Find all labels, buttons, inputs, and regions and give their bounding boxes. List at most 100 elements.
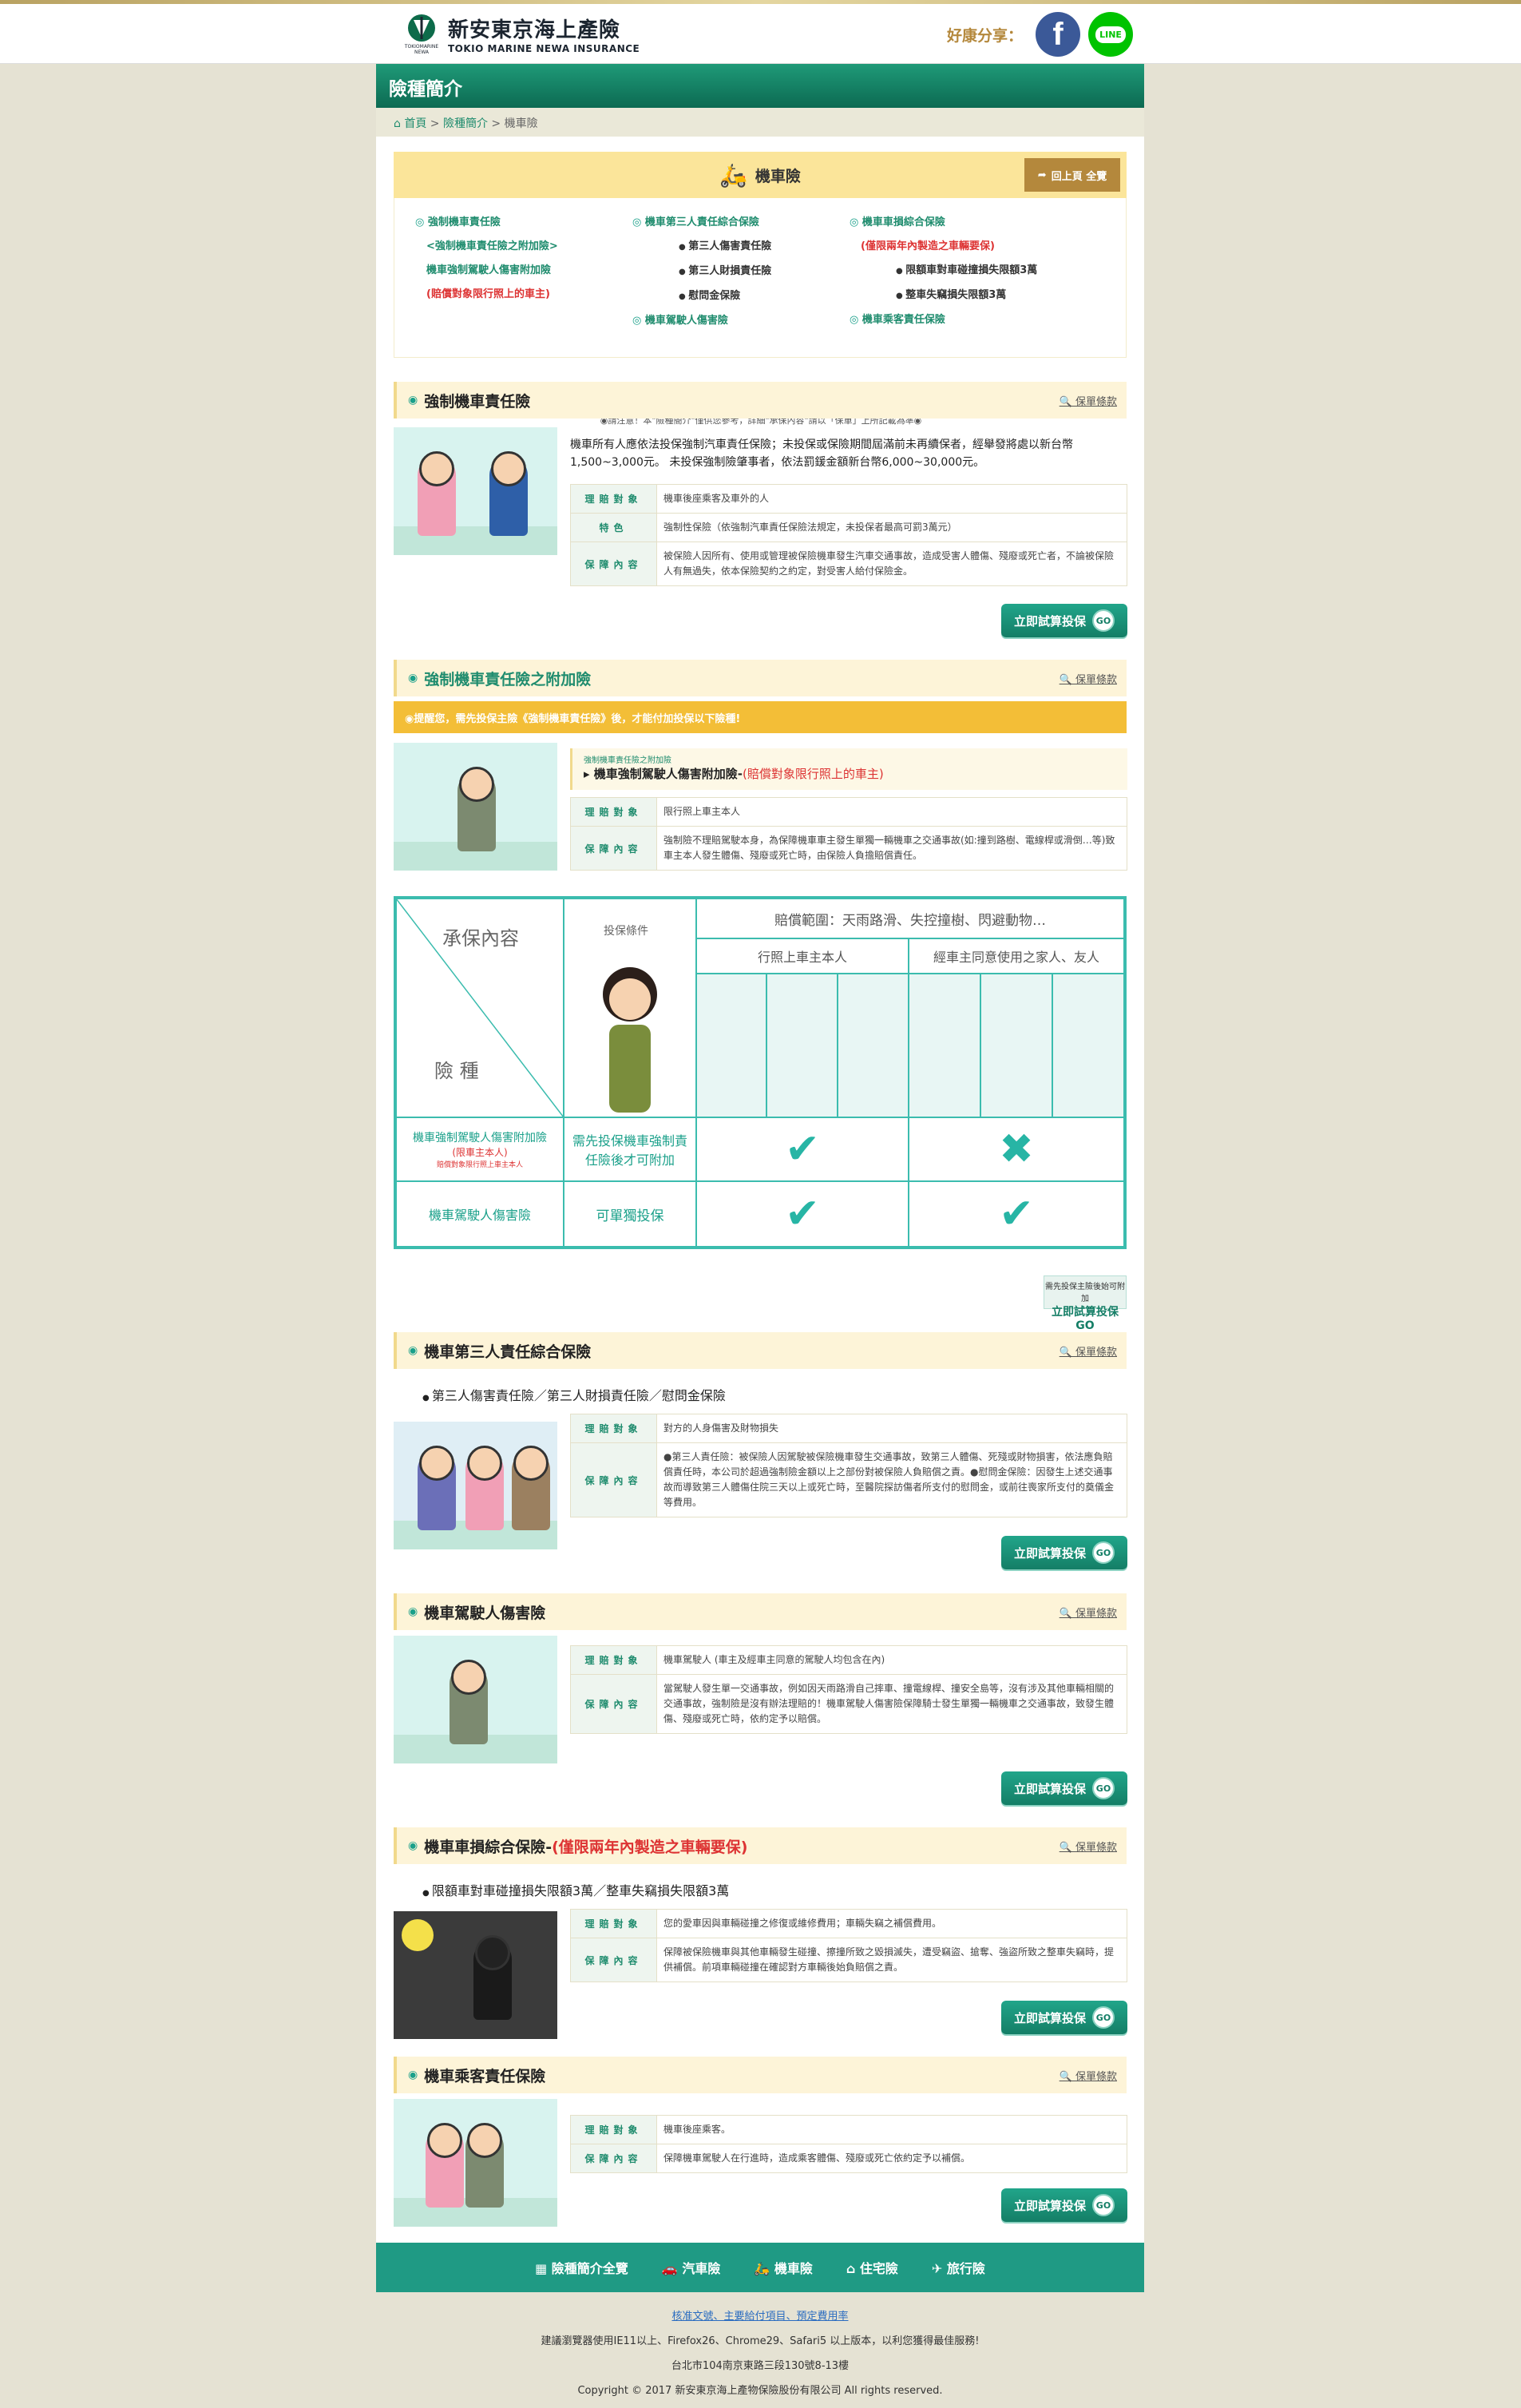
row2-condition: 可單獨投保 (564, 1181, 696, 1247)
section-header-third-party: ◉機車第三人責任綜合保險 保單條款 (394, 1332, 1127, 1369)
footnav-item[interactable]: 🚗 汽車險 (662, 2258, 721, 2277)
list-icon: ▦ (535, 2261, 548, 2276)
toc-item[interactable]: <強制機車責任險之附加險> (415, 235, 558, 259)
share-arrow-icon: ➦ (1037, 169, 1047, 181)
breadcrumb-intro[interactable]: 險種簡介 (443, 117, 488, 130)
scooter-icon: 🛵 (754, 2261, 770, 2276)
line-share-button[interactable]: LINE (1088, 12, 1134, 57)
rider-quote-button[interactable]: 需先投保主險後始可附加 立即試算投保 GO (1044, 1275, 1127, 1332)
plane-icon: ✈ (931, 2261, 943, 2276)
bullet-icon: ◉ (408, 394, 418, 407)
footer-link[interactable]: 核准文號、主要給付項目、預定費用率 (376, 2304, 1144, 2329)
damage-table: 理賠對象 您的愛車因與車輛碰撞之修復或維修費用；車輛失竊之補償費用。 保障內容 保障… (570, 1909, 1127, 1982)
terms-link[interactable]: 保單條款 (1060, 671, 1117, 686)
rider-table: 理賠對象 限行照上車主本人 保障內容 強制險不理賠駕駛本身，為保障機車車主發生單獨一… (570, 797, 1127, 871)
header-condition: 投保條件 (604, 925, 648, 938)
logo-title: 新安東京海上產險 (448, 18, 621, 42)
row1-condition: 需先投保機車強制責任險後才可附加 (564, 1117, 696, 1181)
share-label: 好康分享： (947, 26, 1024, 45)
quote-button[interactable]: 立即試算投保 GO (1001, 2001, 1127, 2034)
svg-text:TOKIOMARINE: TOKIOMARINE (404, 44, 439, 50)
breadcrumb-current: 機車險 (504, 117, 538, 130)
page-title: 險種簡介 (376, 64, 1144, 108)
go-icon: GO (1092, 1541, 1115, 1564)
quote-button[interactable]: 立即試算投保 GO (1001, 1771, 1127, 1805)
hero-banner: 🛵 機車險 ➦ 回上頁 全覽 (394, 152, 1127, 198)
bullet-icon: ◉ (408, 1344, 418, 1357)
header-scope: 賠償範圍：天雨路滑、失控撞樹、閃避動物… (696, 899, 1124, 938)
toc-item[interactable]: 機車強制駕駛人傷害附加險 (415, 259, 558, 283)
footnav-item[interactable]: 🛵 機車險 (754, 2258, 813, 2277)
footer-address: 台北市104南京東路三段130號8-13樓 (671, 2360, 850, 2372)
site-footer: 核准文號、主要給付項目、預定費用率 建議瀏覽器使用IE11以上、Firefox2… (376, 2304, 1144, 2403)
bullet-icon: ◉ (408, 1839, 418, 1852)
quote-button[interactable]: 立即試算投保 GO (1001, 2188, 1127, 2222)
toc-item[interactable]: 限額車對車碰撞損失限額3萬 (850, 259, 1037, 284)
footnav-item[interactable]: ⌂ 住宅險 (846, 2258, 898, 2277)
check-icon: ✔ (696, 1181, 909, 1247)
illustration-third-party (394, 1422, 557, 1549)
breadcrumb-home[interactable]: ⌂ 首頁 (394, 117, 426, 130)
toc-item[interactable]: 整車失竊損失限額3萬 (850, 284, 1037, 308)
toc-column-1: 強制機車責任險 <強制機車責任險之附加險> 機車強制駕駛人傷害附加險 (賠償對象… (415, 211, 558, 307)
logo[interactable]: TOKIOMARINE NEWA 新安東京海上產險 TOKIO MARINE N… (403, 12, 640, 55)
toc-item: (僅限兩年內製造之車輛要保) (861, 240, 995, 252)
check-icon: ✔ (909, 1181, 1124, 1247)
quote-button[interactable]: 立即試算投保 GO (1001, 1536, 1127, 1569)
terms-link[interactable]: 保單條款 (1060, 393, 1117, 408)
rider-subtitle: 強制機車責任險之附加險 ▸ 機車強制駕駛人傷害附加險-(賠償對象限行照上的車主) (570, 748, 1127, 790)
share-bar: 好康分享： f LINE (947, 12, 1134, 57)
header-coverage: 承保內容 (442, 927, 519, 950)
back-button[interactable]: ➦ 回上頁 全覽 (1024, 158, 1120, 192)
row1-type: 機車強制駕駛人傷害附加險 (限車主本人) 賠償對象限行照上車主本人 (396, 1117, 564, 1181)
toc-item[interactable]: 機車車損綜合保險 (850, 211, 1037, 235)
toc-item[interactable]: 第三人傷害責任險 (632, 235, 771, 260)
logo-icon: TOKIOMARINE NEWA (404, 14, 439, 55)
woman-icon (603, 967, 657, 1113)
compulsory-table: 理賠對象 機車後座乘客及車外的人 特色 強制性保險（依強制汽車責任保險法規定，未投保… (570, 484, 1127, 586)
illustration-passenger (394, 2099, 557, 2227)
terms-link[interactable]: 保單條款 (1060, 1605, 1117, 1620)
toc-item[interactable]: 機車乘客責任保險 (850, 308, 1037, 332)
terms-link[interactable]: 保單條款 (1060, 2068, 1117, 2083)
logo-subtitle: TOKIO MARINE NEWA INSURANCE (448, 42, 640, 54)
toc-item[interactable]: 第三人財損責任險 (632, 260, 771, 284)
header-type: 險 種 (434, 1060, 479, 1082)
section-header-damage: ◉機車車損綜合保險-(僅限兩年內製造之車輛要保) 保單條款 (394, 1827, 1127, 1864)
row2-type: 機車駕駛人傷害險 (396, 1181, 564, 1247)
warning-banner: ◉提醒您，需先投保主險《強制機車責任險》後，才能付加投保以下險種! (394, 701, 1127, 733)
footer-nav: ▦ 險種簡介全覽 🚗 汽車險 🛵 機車險 ⌂ 住宅險 ✈ 旅行險 (376, 2243, 1144, 2292)
toc-item[interactable]: 機車駕駛人傷害險 (632, 309, 771, 333)
footnav-item[interactable]: ▦ 險種簡介全覽 (535, 2258, 628, 2277)
toc-item[interactable]: 強制機車責任險 (415, 211, 558, 235)
section-header-driver: ◉機車駕駛人傷害險 保單條款 (394, 1593, 1127, 1630)
footnav-item[interactable]: ✈ 旅行險 (932, 2258, 985, 2277)
check-icon: ✔ (696, 1117, 909, 1181)
terms-link[interactable]: 保單條款 (1060, 1839, 1117, 1854)
toc-column-2: 機車第三人責任綜合保險 第三人傷害責任險 第三人財損責任險 慰問金保險 機車駕駛… (632, 211, 771, 333)
terms-link[interactable]: 保單條款 (1060, 1343, 1117, 1359)
comparison-table: 承保內容 險 種 投保條件 賠償範圍：天雨路滑、失控撞樹、閃避動物… 行照上車主… (394, 896, 1127, 1249)
main-content: 險種簡介 ⌂ 首頁 > 險種簡介 > 機車險 🛵 機車險 ➦回上頁 全覽 強制機… (376, 64, 1144, 2292)
toc-item[interactable]: 機車第三人責任綜合保險 (632, 211, 771, 235)
toc-item[interactable]: 慰問金保險 (632, 284, 771, 309)
bullet-icon: ◉ (408, 672, 418, 684)
go-icon: GO (1092, 609, 1115, 632)
illustration-driver-injury (394, 1636, 557, 1763)
facebook-share-button[interactable]: f (1036, 12, 1081, 57)
footer-copyright: Copyright © 2017 新安東京海上產物保險股份有限公司 All ri… (577, 2385, 943, 2397)
go-icon: GO (1092, 1777, 1115, 1799)
header-family: 經車主同意使用之家人、友人 (909, 938, 1124, 974)
car-icon: 🚗 (661, 2261, 678, 2276)
section-header-passenger: ◉機車乘客責任保險 保單條款 (394, 2057, 1127, 2093)
quote-button[interactable]: 立即試算投保 GO (1001, 604, 1127, 637)
bullet-icon: ◉ (408, 1605, 418, 1618)
svg-text:NEWA: NEWA (414, 50, 430, 55)
scooter-icon: 🛵 (719, 161, 747, 188)
toc-item: (賠償對象限行照上的車主) (426, 288, 550, 300)
go-icon: GO (1092, 2194, 1115, 2216)
toc-column-3: 機車車損綜合保險 (僅限兩年內製造之車輛要保) 限額車對車碰撞損失限額3萬 整車… (850, 211, 1037, 332)
cross-icon: ✖ (909, 1117, 1124, 1181)
illustration-theft (394, 1911, 557, 2039)
site-header: TOKIOMARINE NEWA 新安東京海上產險 TOKIO MARINE N… (0, 4, 1521, 64)
